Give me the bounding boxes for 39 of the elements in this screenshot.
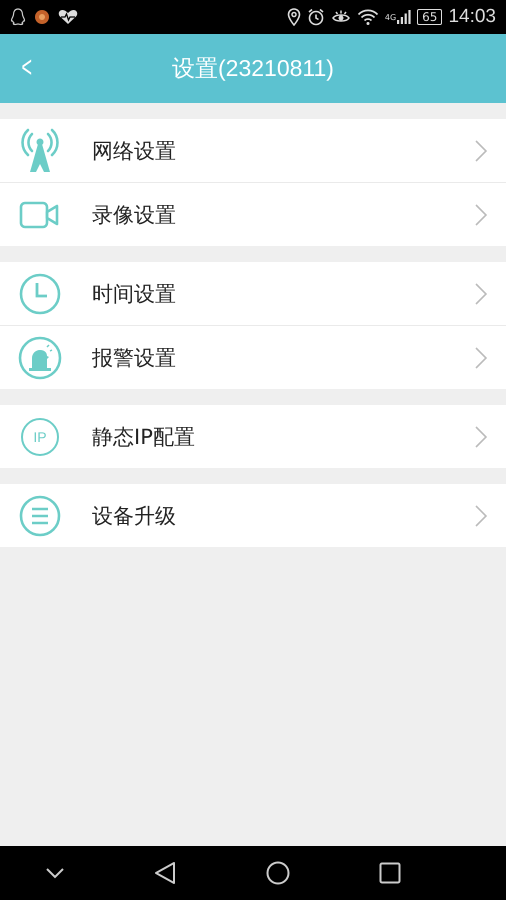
app-icon xyxy=(34,9,50,25)
settings-item[interactable]: 网络设置 xyxy=(0,119,506,182)
wifi-icon xyxy=(356,8,379,26)
location-icon xyxy=(286,8,301,26)
alarm-bell-icon xyxy=(18,336,62,380)
antenna-icon xyxy=(20,128,60,174)
settings-item[interactable]: 设备升级 xyxy=(0,484,506,547)
home-icon[interactable] xyxy=(266,861,290,885)
video-camera-icon xyxy=(19,200,61,230)
clock-time: 14:03 xyxy=(448,6,496,28)
network-type: 4G xyxy=(384,13,396,22)
item-label: 时间设置 xyxy=(92,280,177,308)
ip-icon: IP xyxy=(21,418,59,456)
settings-item[interactable]: 录像设置 xyxy=(0,182,506,246)
penguin-icon xyxy=(10,8,26,26)
back-icon[interactable] xyxy=(154,861,176,885)
item-label: 网络设置 xyxy=(92,138,177,164)
clock-icon xyxy=(19,272,61,314)
chevron-icon xyxy=(475,204,487,226)
item-label: 报警设置 xyxy=(92,344,177,372)
chevron-down-icon[interactable] xyxy=(44,867,65,879)
chevron-icon xyxy=(475,426,487,448)
item-label: 静态IP配置 xyxy=(92,424,196,450)
recents-icon[interactable] xyxy=(379,862,402,884)
chevron-icon xyxy=(475,346,487,368)
heart-icon xyxy=(58,9,78,25)
settings-item[interactable]: 报警设置 xyxy=(0,325,506,389)
battery-level: 65 xyxy=(417,9,442,25)
signal-icon xyxy=(397,9,412,25)
list-icon xyxy=(19,494,61,536)
settings-item[interactable]: 时间设置 xyxy=(0,262,506,325)
page-title: 设置(23210811) xyxy=(172,54,334,83)
alarm-icon xyxy=(306,8,325,26)
chevron-icon xyxy=(475,504,487,526)
item-label: 录像设置 xyxy=(92,202,177,228)
item-label: 设备升级 xyxy=(92,502,177,530)
chevron-icon xyxy=(475,282,487,304)
settings-item[interactable]: IP 静态IP配置 xyxy=(0,405,506,468)
chevron-icon xyxy=(475,140,487,162)
